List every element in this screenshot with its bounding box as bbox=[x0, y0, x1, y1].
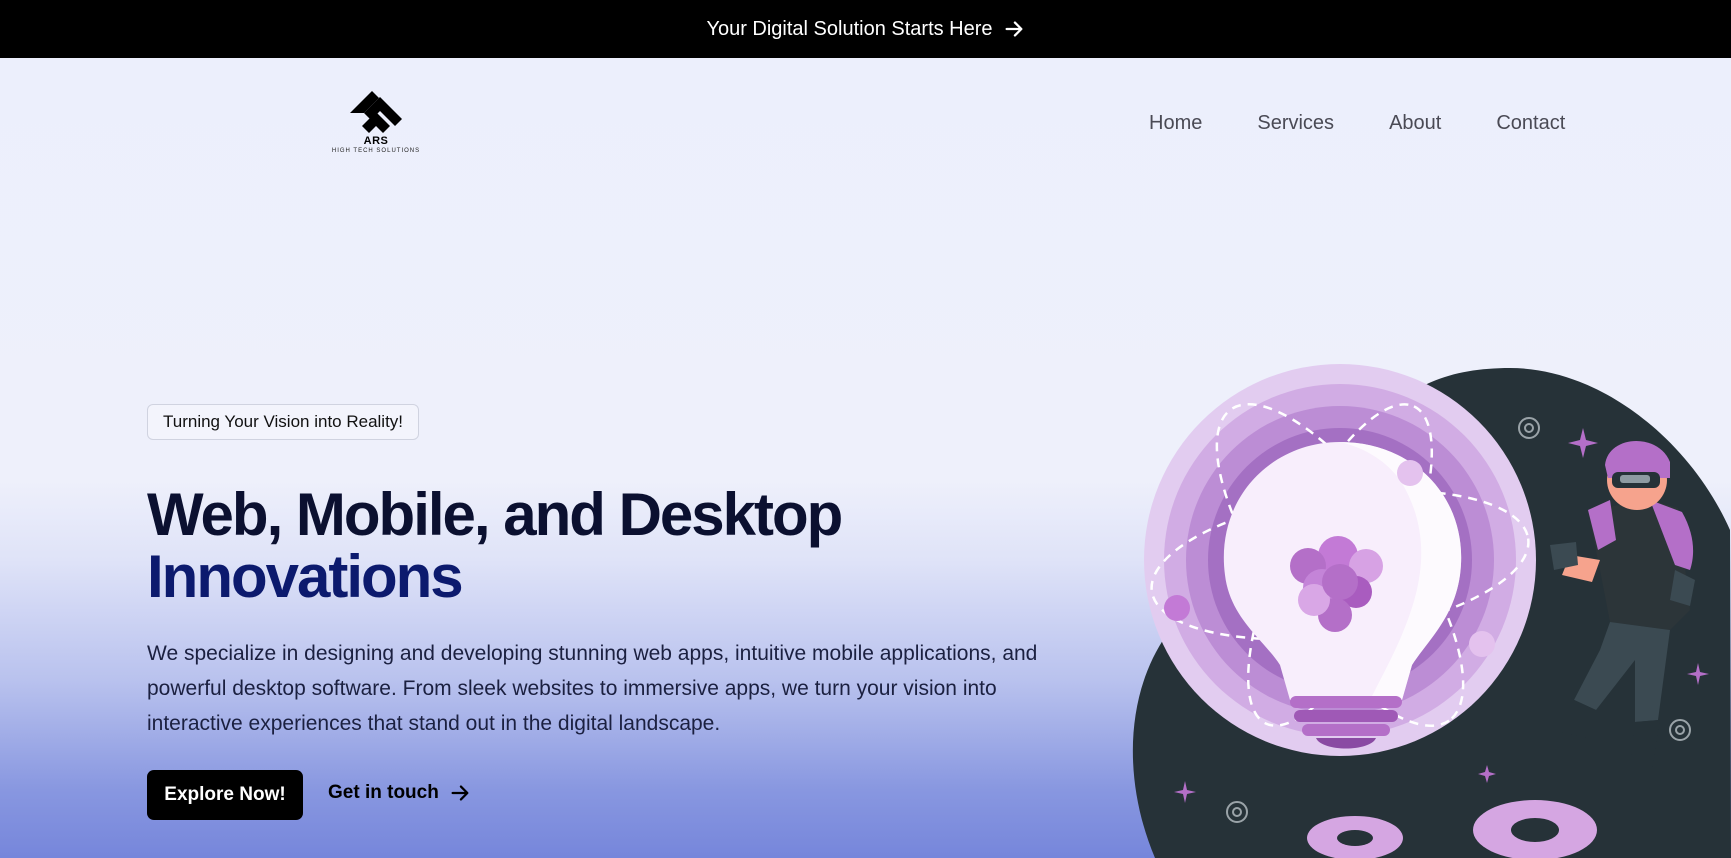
nav-item-contact[interactable]: Contact bbox=[1496, 112, 1565, 135]
announcement-text: Your Digital Solution Starts Here bbox=[706, 17, 993, 40]
hero-description: We specialize in designing and developin… bbox=[147, 642, 1038, 735]
hero-headline-line1: Web, Mobile, and Desktop bbox=[147, 481, 843, 548]
nav-item-home[interactable]: Home bbox=[1149, 112, 1202, 135]
logo[interactable]: ARS HIGH TECH SOLUTIONS bbox=[328, 88, 424, 158]
vr-user-lightbulb-illustration bbox=[1132, 364, 1731, 858]
hero-headline: Web, Mobile, and Desktop Innovations bbox=[147, 484, 947, 608]
logo-tagline: HIGH TECH SOLUTIONS bbox=[331, 148, 421, 154]
get-in-touch-link[interactable]: Get in touch bbox=[328, 782, 471, 804]
hero-headline-line2: Innovations bbox=[147, 543, 464, 610]
arrow-right-icon bbox=[449, 782, 471, 804]
nav-item-services[interactable]: Services bbox=[1257, 112, 1334, 135]
explore-now-button[interactable]: Explore Now! bbox=[147, 770, 303, 820]
announcement-bar[interactable]: Your Digital Solution Starts Here bbox=[0, 0, 1731, 58]
logo-mark-icon bbox=[350, 91, 402, 133]
arrow-right-icon bbox=[1003, 18, 1025, 40]
logo-brand-text: ARS bbox=[363, 135, 389, 147]
hero-badge: Turning Your Vision into Reality! bbox=[147, 404, 420, 440]
main-nav: Home Services About Contact bbox=[1149, 112, 1565, 135]
get-in-touch-label: Get in touch bbox=[328, 782, 439, 803]
nav-item-about[interactable]: About bbox=[1389, 112, 1441, 135]
